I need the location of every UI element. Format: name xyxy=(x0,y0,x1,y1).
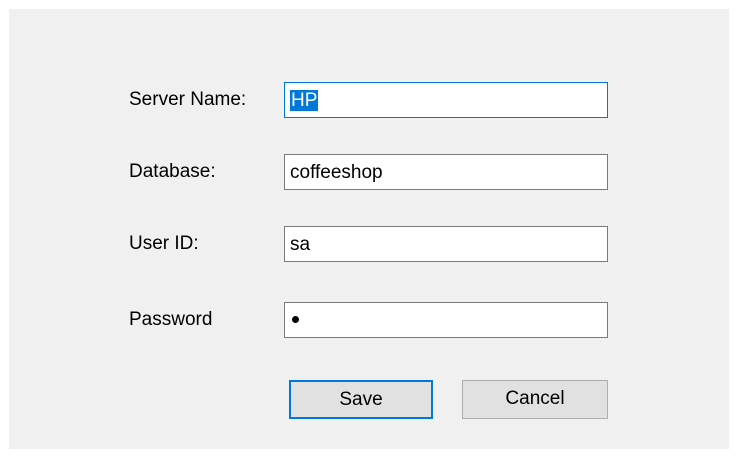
password-label: Password xyxy=(129,309,213,330)
database-field[interactable]: coffeeshop xyxy=(284,154,608,190)
password-mask xyxy=(290,310,299,331)
password-dot xyxy=(292,316,299,323)
save-button[interactable]: Save xyxy=(289,380,433,419)
cancel-button[interactable]: Cancel xyxy=(462,380,608,419)
user-id-label: User ID: xyxy=(129,233,199,254)
connection-settings-dialog: Server Name: HP Database: coffeeshop Use… xyxy=(9,9,729,449)
server-name-value: HP xyxy=(290,90,319,111)
user-id-value: sa xyxy=(290,234,311,255)
database-value: coffeeshop xyxy=(290,162,383,183)
server-name-field[interactable]: HP xyxy=(284,82,608,118)
password-field[interactable] xyxy=(284,302,608,338)
server-name-label: Server Name: xyxy=(129,89,247,110)
user-id-field[interactable]: sa xyxy=(284,226,608,262)
database-label: Database: xyxy=(129,161,216,182)
